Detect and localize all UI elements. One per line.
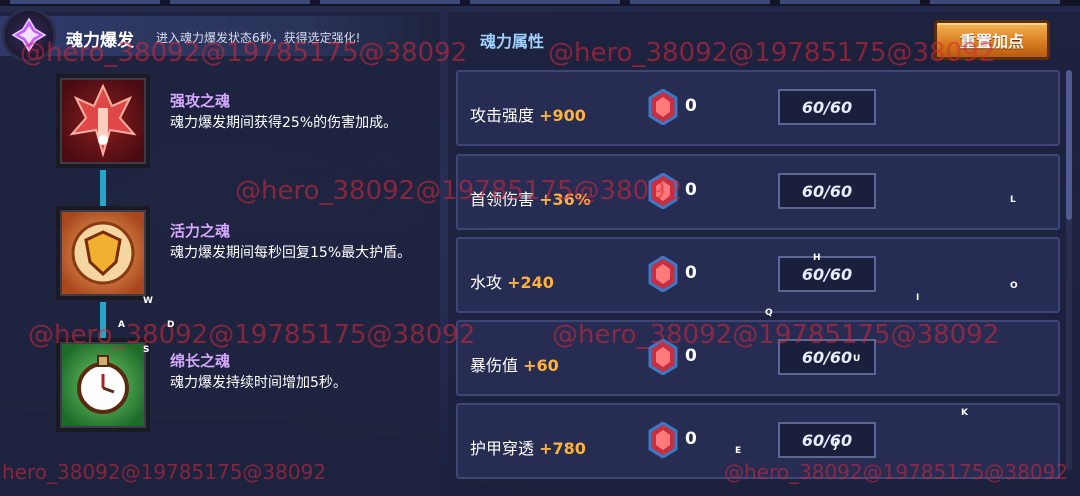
- soul-gem-icon: [648, 255, 678, 293]
- key-hint: A: [118, 320, 125, 330]
- soul-attributes-title: 魂力属性: [480, 32, 545, 51]
- skill-name: 活力之魂: [170, 222, 231, 240]
- attribute-label: 水攻 +240: [470, 273, 554, 292]
- key-hint: W: [143, 296, 153, 306]
- skill-description: 魂力爆发期间获得25%的伤害加成。: [170, 115, 398, 131]
- skill-name: 绵长之魂: [170, 352, 231, 370]
- gem-count: 0: [685, 96, 697, 116]
- skill-connector: [100, 302, 106, 342]
- attribute-label: 暴伤值 +60: [470, 356, 559, 375]
- key-hint: D: [167, 320, 175, 330]
- key-hint: U: [853, 354, 861, 364]
- scrollbar-thumb[interactable]: [1066, 70, 1072, 220]
- key-hint: L: [1010, 195, 1016, 205]
- endurance-soul-icon[interactable]: [56, 338, 150, 432]
- key-hint: O: [1010, 281, 1018, 291]
- top-tab-strip: [0, 0, 1080, 6]
- skill-description: 魂力爆发期间每秒回复15%最大护盾。: [170, 245, 412, 261]
- soul-gem-icon: [648, 338, 678, 376]
- soul-burst-description: 进入魂力爆发状态6秒，获得选定强化!: [156, 31, 361, 45]
- vitality-soul-icon[interactable]: [56, 206, 150, 300]
- key-hint: K: [961, 408, 968, 418]
- gem-count: 0: [685, 429, 697, 449]
- skill-connector: [100, 170, 106, 210]
- key-hint: J: [834, 441, 838, 451]
- attribute-label: 首领伤害 +36%: [470, 190, 591, 209]
- skill-name: 强攻之魂: [170, 92, 231, 110]
- soul-burst-title: 魂力爆发: [66, 31, 134, 51]
- attribute-cap: 60/60: [778, 339, 876, 375]
- soul-gem-icon: [648, 172, 678, 210]
- key-hint: Q: [765, 308, 773, 318]
- gem-count: 0: [685, 263, 697, 283]
- key-hint: I: [916, 293, 920, 303]
- gem-count: 0: [685, 346, 697, 366]
- strong-attack-soul-icon[interactable]: [56, 74, 150, 168]
- key-hint: H: [813, 253, 821, 263]
- key-hint: E: [735, 446, 742, 456]
- attribute-cap: 60/60: [778, 89, 876, 125]
- attributes-scrollbar[interactable]: [1066, 70, 1072, 470]
- skill-description: 魂力爆发持续时间增加5秒。: [170, 375, 347, 391]
- key-hint: S: [143, 345, 150, 355]
- gem-count: 0: [685, 180, 697, 200]
- reset-points-button[interactable]: 重置加点: [934, 20, 1050, 60]
- attribute-label: 攻击强度 +900: [470, 106, 586, 125]
- attribute-cap: 60/60: [778, 173, 876, 209]
- soul-gem-icon: [648, 88, 678, 126]
- attribute-cap: 60/60: [778, 256, 876, 292]
- attribute-label: 护甲穿透 +780: [470, 439, 586, 458]
- soul-gem-icon: [648, 421, 678, 459]
- soul-burst-icon: [2, 8, 56, 62]
- attribute-cap: 60/60: [778, 422, 876, 458]
